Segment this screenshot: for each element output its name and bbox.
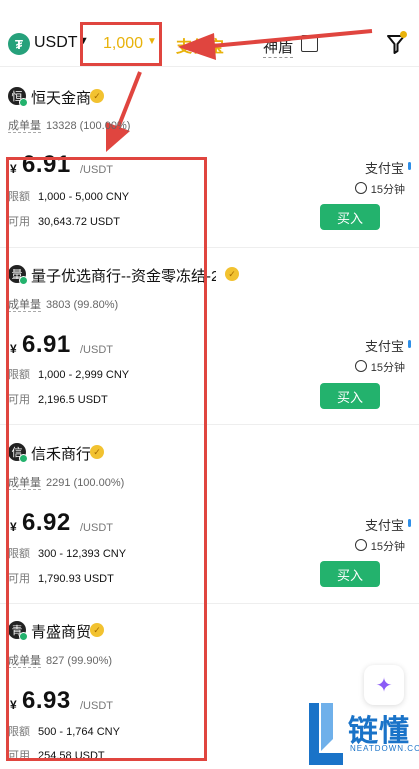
pay-time-value: 15分钟 xyxy=(370,184,405,196)
shield-checkbox[interactable] xyxy=(301,35,318,52)
shield-label: 神盾 xyxy=(263,36,294,58)
price-column-highlight-box xyxy=(6,157,207,761)
divider xyxy=(0,66,419,67)
filter-bar: ₮ USDT ▼ 1,000 ▼ 支付宝 神盾 xyxy=(0,0,419,86)
payment-filter[interactable]: 支付宝 xyxy=(176,33,246,57)
alipay-indicator xyxy=(408,519,411,527)
payment-method: 支付宝 xyxy=(364,518,404,533)
verified-badge-icon: ✓ xyxy=(90,89,104,103)
pay-time: 15分钟 xyxy=(354,181,405,197)
sparkle-icon: ✦ xyxy=(375,674,393,697)
online-indicator xyxy=(19,98,28,107)
watermark-subtext: NEATDOWN.COM xyxy=(350,744,419,753)
avatar[interactable]: 恒 xyxy=(8,87,28,107)
watermark-logo-icon xyxy=(309,703,343,765)
verified-badge-icon: ✓ xyxy=(225,267,239,281)
payment-method: 支付宝 xyxy=(364,161,404,176)
buy-button[interactable]: 买入 xyxy=(320,204,380,230)
pay-time-value: 15分钟 xyxy=(370,541,405,553)
buy-button[interactable]: 买入 xyxy=(320,383,380,409)
alipay-indicator xyxy=(408,340,411,348)
clock-icon xyxy=(354,360,367,372)
filter-active-dot xyxy=(400,31,407,38)
orders-value: 13328 (100.00%) xyxy=(46,120,131,132)
usdt-coin-icon[interactable]: ₮ xyxy=(8,33,30,55)
orders-label: 成单量 xyxy=(8,120,41,133)
alipay-indicator xyxy=(408,162,411,170)
order-stats: 成单量 13328 (100.00%) xyxy=(8,117,130,133)
pay-time-value: 15分钟 xyxy=(370,362,405,374)
amount-highlight-box xyxy=(80,22,162,66)
ai-assistant-button[interactable]: ✦ xyxy=(364,665,404,705)
payment-method: 支付宝 xyxy=(364,339,404,354)
buy-button[interactable]: 买入 xyxy=(320,561,380,587)
pay-time: 15分钟 xyxy=(354,359,405,375)
coin-selector[interactable]: USDT xyxy=(34,34,78,52)
merchant-name[interactable]: 恒天金商 xyxy=(31,87,91,108)
clock-icon xyxy=(354,182,367,194)
pay-time: 15分钟 xyxy=(354,538,405,554)
clock-icon xyxy=(354,539,367,551)
